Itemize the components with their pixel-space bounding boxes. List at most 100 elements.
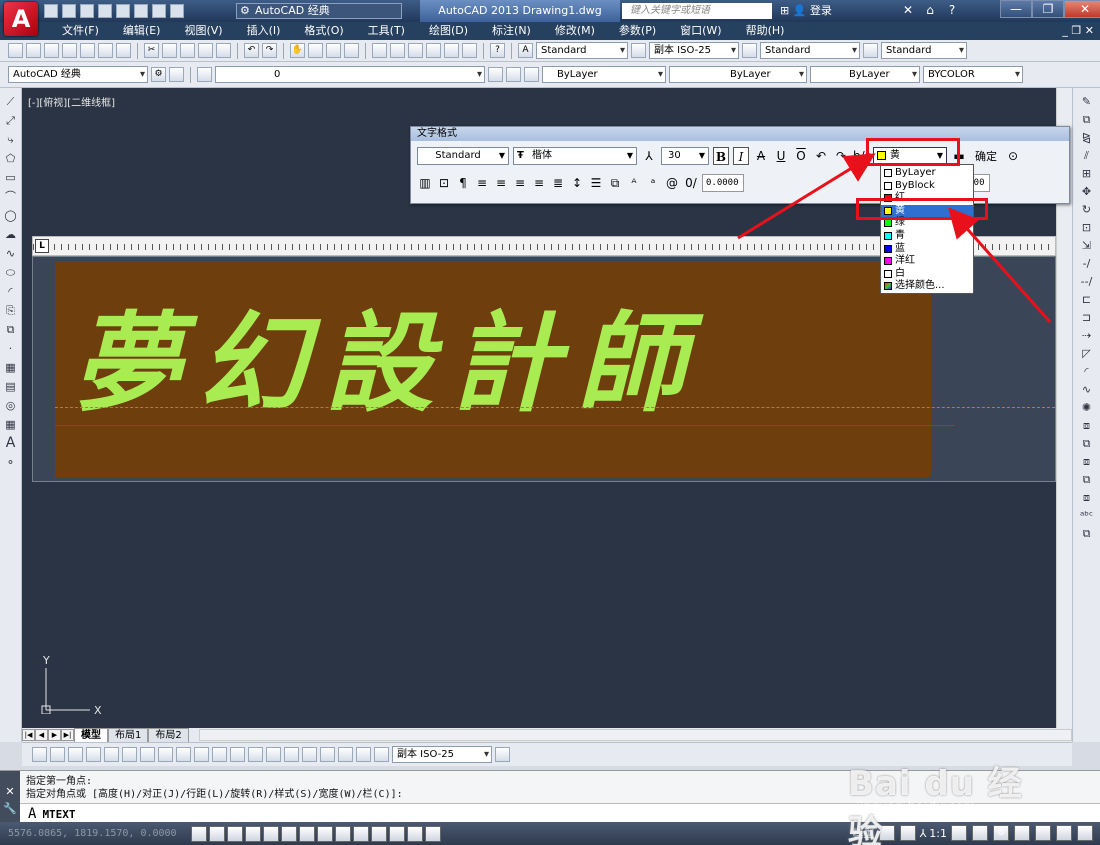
menu-file[interactable]: 文件(F) <box>50 22 111 40</box>
send-back-icon[interactable]: ⧈ <box>1079 454 1094 469</box>
bring-front-icon[interactable]: ⧉ <box>1079 436 1094 451</box>
plot-icon[interactable] <box>116 4 130 18</box>
design-center-icon[interactable] <box>390 43 405 58</box>
linear-dim-icon[interactable] <box>32 747 47 762</box>
ordinate-dim-icon[interactable] <box>86 747 101 762</box>
angular-dim-icon[interactable] <box>158 747 173 762</box>
color-option-byblock[interactable]: ByBlock <box>881 180 973 193</box>
tab-prev-icon[interactable]: ◀ <box>35 729 48 741</box>
diameter-dim-icon[interactable] <box>140 747 155 762</box>
make-current-icon[interactable] <box>488 67 503 82</box>
linetype-select[interactable]: ByLayer <box>669 66 807 83</box>
redo-icon[interactable] <box>170 4 184 18</box>
isolate-objects-icon[interactable] <box>1056 825 1072 841</box>
color-option-select-color[interactable]: 选择颜色... <box>881 280 973 293</box>
inspection-icon[interactable] <box>302 747 317 762</box>
rectangle-icon[interactable]: ▭ <box>3 170 18 185</box>
region-icon[interactable]: ◎ <box>3 398 18 413</box>
quick-dim-icon[interactable] <box>176 747 191 762</box>
dim-edit-icon[interactable] <box>338 747 353 762</box>
columns-icon[interactable]: ▥ <box>417 174 433 192</box>
draworder-icon[interactable]: ⧈ <box>1079 418 1094 433</box>
oblique-angle-input[interactable]: 0.0000 <box>702 174 744 192</box>
lowercase-icon[interactable]: ᵃ <box>645 174 661 192</box>
gradient-icon[interactable]: ▤ <box>3 379 18 394</box>
circle-icon[interactable]: ◯ <box>3 208 18 223</box>
mtext-content[interactable]: 夢幻設計師 <box>73 277 703 433</box>
zoom-realtime-icon[interactable] <box>308 43 323 58</box>
tolerance-icon[interactable] <box>266 747 281 762</box>
uppercase-icon[interactable]: ᴬ <box>626 174 642 192</box>
jogged-linear-icon[interactable] <box>320 747 335 762</box>
dim-update-icon[interactable] <box>374 747 389 762</box>
radius-dim-icon[interactable] <box>104 747 119 762</box>
arc-icon[interactable]: ⌒ <box>3 189 18 204</box>
layer-state-icon[interactable] <box>197 67 212 82</box>
revision-cloud-icon[interactable]: ☁ <box>3 227 18 242</box>
break-at-point-icon[interactable]: ⊐ <box>1079 310 1094 325</box>
center-mark-icon[interactable] <box>284 747 299 762</box>
zoom-window-icon[interactable] <box>326 43 341 58</box>
paste-icon[interactable] <box>180 43 195 58</box>
quick-properties-icon[interactable] <box>407 825 423 842</box>
baseline-dim-icon[interactable] <box>194 747 209 762</box>
open-icon[interactable] <box>26 43 41 58</box>
match-properties-icon[interactable] <box>198 43 213 58</box>
table-style-select[interactable]: Standard <box>760 42 860 59</box>
font-select[interactable]: Ŧ 楷体 <box>513 147 637 165</box>
continue-dim-icon[interactable] <box>212 747 227 762</box>
scale-icon[interactable]: ⊡ <box>1079 220 1094 235</box>
dim-text-edit-icon[interactable] <box>356 747 371 762</box>
coordinate-readout[interactable]: 5576.0865, 1819.1570, 0.0000 <box>0 828 190 839</box>
add-selected-icon[interactable]: ⚬ <box>3 455 18 470</box>
polyline-icon[interactable]: ⤷ <box>3 132 18 147</box>
workspace-select-2[interactable]: AutoCAD 经典 <box>8 66 148 83</box>
grid-display-icon[interactable] <box>227 825 243 842</box>
workspace-select[interactable]: ⚙ AutoCAD 经典 <box>236 3 402 19</box>
undo-icon[interactable] <box>152 4 166 18</box>
object-snap-icon[interactable] <box>281 825 297 842</box>
ducs-icon[interactable] <box>335 825 351 842</box>
tab-layout1[interactable]: 布局1 <box>108 728 149 742</box>
paragraph-icon[interactable]: ¶ <box>455 174 471 192</box>
menu-format[interactable]: 格式(O) <box>292 22 355 40</box>
redo-icon[interactable]: ↷ <box>262 43 277 58</box>
open-icon[interactable] <box>62 4 76 18</box>
blend-icon[interactable]: ∿ <box>1079 382 1094 397</box>
strikethrough-button[interactable]: A <box>753 147 769 165</box>
viewport-controls[interactable]: [-][俯视][二维线框] <box>28 94 115 109</box>
color-option-bylayer[interactable]: ByLayer <box>881 167 973 180</box>
options-icon[interactable]: ⊙ <box>1005 147 1021 165</box>
extend-icon[interactable]: --/ <box>1079 274 1094 289</box>
close-button[interactable]: ✕ <box>1064 0 1100 18</box>
wrench-icon[interactable]: 🔧 <box>0 802 20 815</box>
menu-edit[interactable]: 编辑(E) <box>111 22 173 40</box>
menu-parametric[interactable]: 参数(P) <box>607 22 668 40</box>
3dprint-icon[interactable] <box>116 43 131 58</box>
join-icon[interactable]: ⇢ <box>1079 328 1094 343</box>
mleader-style-icon[interactable] <box>863 43 878 58</box>
erase-icon[interactable]: ✎ <box>1079 94 1094 109</box>
menu-view[interactable]: 视图(V) <box>172 22 234 40</box>
arc-length-icon[interactable] <box>68 747 83 762</box>
color-option-cyan[interactable]: 青 <box>881 230 973 243</box>
mleader-style-select[interactable]: Standard <box>881 42 967 59</box>
move-icon[interactable]: ✥ <box>1079 184 1094 199</box>
undo-icon[interactable]: ↶ <box>813 147 829 165</box>
save-icon[interactable] <box>44 43 59 58</box>
layer-select[interactable]: 0 <box>215 66 485 83</box>
explode-icon[interactable]: ✺ <box>1079 400 1094 415</box>
overline-button[interactable]: O <box>793 147 809 165</box>
a360-icon[interactable]: ⌂ <box>922 3 938 18</box>
mtext-justify-icon[interactable]: ⊡ <box>436 174 452 192</box>
fillet-icon[interactable]: ◜ <box>1079 364 1094 379</box>
help-search-input[interactable]: 键入关键字或短语 <box>622 3 772 19</box>
save-icon[interactable] <box>80 4 94 18</box>
dyn-input-icon[interactable] <box>353 825 369 842</box>
dim-break-icon[interactable] <box>248 747 263 762</box>
close-icon[interactable]: ✕ <box>0 785 20 798</box>
command-line-handle[interactable]: ✕ 🔧 <box>0 771 20 823</box>
exchange-icon[interactable]: ✕ <box>900 3 916 18</box>
numbering-icon[interactable]: ☰ <box>588 174 604 192</box>
dim-style-select-2[interactable]: 副本 ISO-25 <box>392 746 492 763</box>
